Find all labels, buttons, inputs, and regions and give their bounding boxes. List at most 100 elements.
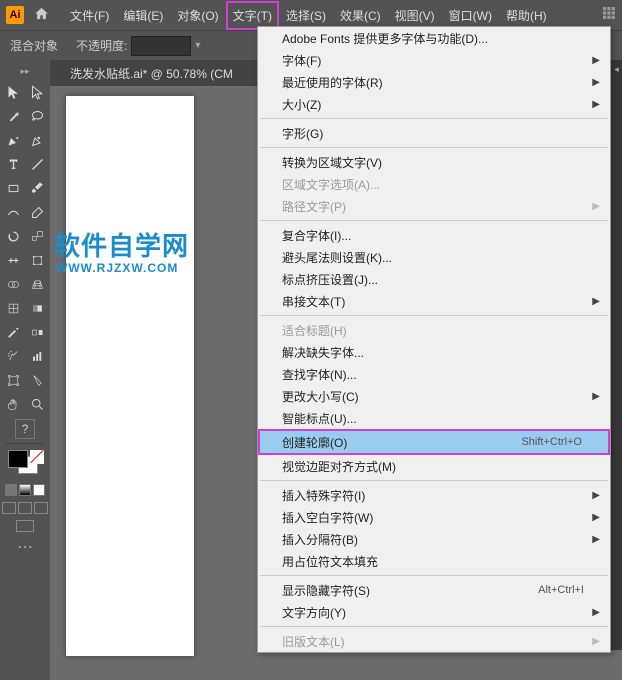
eraser-tool[interactable] xyxy=(26,201,48,223)
direct-selection-tool[interactable] xyxy=(26,81,48,103)
fill-stroke-swatches[interactable] xyxy=(8,450,42,478)
artboard: 软件自学网 WWW.RJZXW.COM xyxy=(66,96,194,656)
menu-item[interactable]: 字体(F) ▶ xyxy=(258,49,610,71)
toolbar: ▸▸ xyxy=(0,60,50,680)
menu-item[interactable]: 插入空白字符(W) ▶ xyxy=(258,506,610,528)
menu-item: 路径文字(P)▶ xyxy=(258,195,610,217)
submenu-arrow-icon: ▶ xyxy=(592,607,600,618)
draw-normal-icon[interactable] xyxy=(2,502,16,514)
submenu-arrow-icon: ▶ xyxy=(592,55,600,66)
menu-item[interactable]: 智能标点(U)... xyxy=(258,407,610,429)
fill-swatch[interactable] xyxy=(8,450,28,468)
magic-wand-tool[interactable] xyxy=(2,105,24,127)
width-tool[interactable] xyxy=(2,249,24,271)
menu-file[interactable]: 文件(F) xyxy=(63,1,116,30)
draw-inside-icon[interactable] xyxy=(34,502,48,514)
app-logo: Ai xyxy=(6,6,24,24)
draw-behind-icon[interactable] xyxy=(18,502,32,514)
artboard-tool[interactable] xyxy=(2,369,24,391)
menu-item-label: 旧版文本(L) xyxy=(282,633,584,650)
panel-expand-icon[interactable]: ◂ xyxy=(611,60,622,75)
workspace-icon[interactable] xyxy=(603,7,616,23)
column-graph-tool[interactable] xyxy=(26,345,48,367)
menu-item-label: 转换为区域文字(V) xyxy=(282,154,584,171)
menu-item[interactable]: 显示隐藏字符(S)Alt+Ctrl+I xyxy=(258,579,610,601)
help-tool[interactable]: ? xyxy=(15,419,35,439)
pen-tool[interactable] xyxy=(2,129,24,151)
selection-tool[interactable] xyxy=(2,81,24,103)
menu-item[interactable]: 避头尾法则设置(K)... xyxy=(258,246,610,268)
hand-tool[interactable] xyxy=(2,393,24,415)
menu-separator xyxy=(260,220,608,221)
menu-item[interactable]: 复合字体(I)... xyxy=(258,224,610,246)
menu-item[interactable]: 最近使用的字体(R)▶ xyxy=(258,71,610,93)
menu-object[interactable]: 对象(O) xyxy=(170,1,225,30)
shaper-tool[interactable] xyxy=(2,201,24,223)
mesh-tool[interactable] xyxy=(2,297,24,319)
menu-separator xyxy=(260,480,608,481)
menu-item[interactable]: 字形(G) xyxy=(258,122,610,144)
symbol-sprayer-tool[interactable] xyxy=(2,345,24,367)
menu-item[interactable]: 插入分隔符(B)▶ xyxy=(258,528,610,550)
scale-tool[interactable] xyxy=(26,225,48,247)
menu-item[interactable]: 创建轮廓(O)Shift+Ctrl+O xyxy=(258,429,610,455)
menu-item-label: Adobe Fonts 提供更多字体与功能(D)... xyxy=(282,30,584,47)
menu-item[interactable]: 标点挤压设置(J)... xyxy=(258,268,610,290)
menu-item[interactable]: 查找字体(N)... xyxy=(258,363,610,385)
menu-item[interactable]: 转换为区域文字(V) xyxy=(258,151,610,173)
none-mode-icon[interactable] xyxy=(33,484,45,496)
submenu-arrow-icon: ▶ xyxy=(592,512,600,523)
home-icon[interactable] xyxy=(34,6,49,25)
menu-item[interactable]: 更改大小写(C)▶ xyxy=(258,385,610,407)
menu-item-shortcut: Alt+Ctrl+I xyxy=(538,584,584,596)
shape-builder-tool[interactable] xyxy=(2,273,24,295)
edit-toolbar-icon[interactable]: ⋯ xyxy=(16,538,34,556)
perspective-grid-tool[interactable] xyxy=(26,273,48,295)
rotate-tool[interactable] xyxy=(2,225,24,247)
zoom-tool[interactable] xyxy=(26,393,48,415)
submenu-arrow-icon: ▶ xyxy=(592,490,600,501)
menu-item[interactable]: 大小(Z)▶ xyxy=(258,93,610,115)
slice-tool[interactable] xyxy=(26,369,48,391)
menu-item[interactable]: 插入特殊字符(I)▶ xyxy=(258,484,610,506)
menu-item-label: 视觉边距对齐方式(M) xyxy=(282,458,584,475)
curvature-tool[interactable] xyxy=(26,129,48,151)
screen-mode-icon[interactable] xyxy=(16,520,34,532)
menu-item-label: 创建轮廓(O) xyxy=(282,434,521,451)
menu-item: 区域文字选项(A)... xyxy=(258,173,610,195)
none-swatch-icon xyxy=(30,450,44,464)
gradient-mode-icon[interactable] xyxy=(19,484,31,496)
menu-item-label: 标点挤压设置(J)... xyxy=(282,271,584,288)
menu-separator xyxy=(260,118,608,119)
menu-item[interactable]: 解决缺失字体... xyxy=(258,341,610,363)
line-tool[interactable] xyxy=(26,153,48,175)
menu-item[interactable]: 文字方向(Y)▶ xyxy=(258,601,610,623)
type-tool[interactable] xyxy=(2,153,24,175)
gradient-tool[interactable] xyxy=(26,297,48,319)
menu-item[interactable]: Adobe Fonts 提供更多字体与功能(D)... xyxy=(258,27,610,49)
menu-item-label: 解决缺失字体... xyxy=(282,344,584,361)
eyedropper-tool[interactable] xyxy=(2,321,24,343)
document-tab[interactable]: 洗发水贴纸.ai* @ 50.78% (CM xyxy=(60,61,243,86)
menu-item[interactable]: 串接文本(T)▶ xyxy=(258,290,610,312)
toolbar-toggle-icon[interactable]: ▸▸ xyxy=(20,66,29,77)
menu-item-label: 插入空白字符(W) xyxy=(282,509,584,526)
lasso-tool[interactable] xyxy=(26,105,48,127)
menu-separator xyxy=(260,147,608,148)
opacity-input[interactable] xyxy=(131,36,191,56)
blend-tool[interactable] xyxy=(26,321,48,343)
paintbrush-tool[interactable] xyxy=(26,177,48,199)
menu-item[interactable]: 视觉边距对齐方式(M) xyxy=(258,455,610,477)
submenu-arrow-icon: ▶ xyxy=(592,77,600,88)
rectangle-tool[interactable] xyxy=(2,177,24,199)
menu-item-label: 避头尾法则设置(K)... xyxy=(282,249,584,266)
chevron-down-icon[interactable]: ▾ xyxy=(195,40,200,51)
menu-edit[interactable]: 编辑(E) xyxy=(116,1,170,30)
menu-item[interactable]: 用占位符文本填充 xyxy=(258,550,610,572)
free-transform-tool[interactable] xyxy=(26,249,48,271)
panel-strip[interactable]: ◂ xyxy=(610,60,622,650)
color-mode-icon[interactable] xyxy=(5,484,17,496)
type-menu-dropdown: Adobe Fonts 提供更多字体与功能(D)...字体(F)▶最近使用的字体… xyxy=(257,26,611,653)
menu-item-label: 字体(F) xyxy=(282,52,584,69)
menu-item-label: 智能标点(U)... xyxy=(282,410,584,427)
